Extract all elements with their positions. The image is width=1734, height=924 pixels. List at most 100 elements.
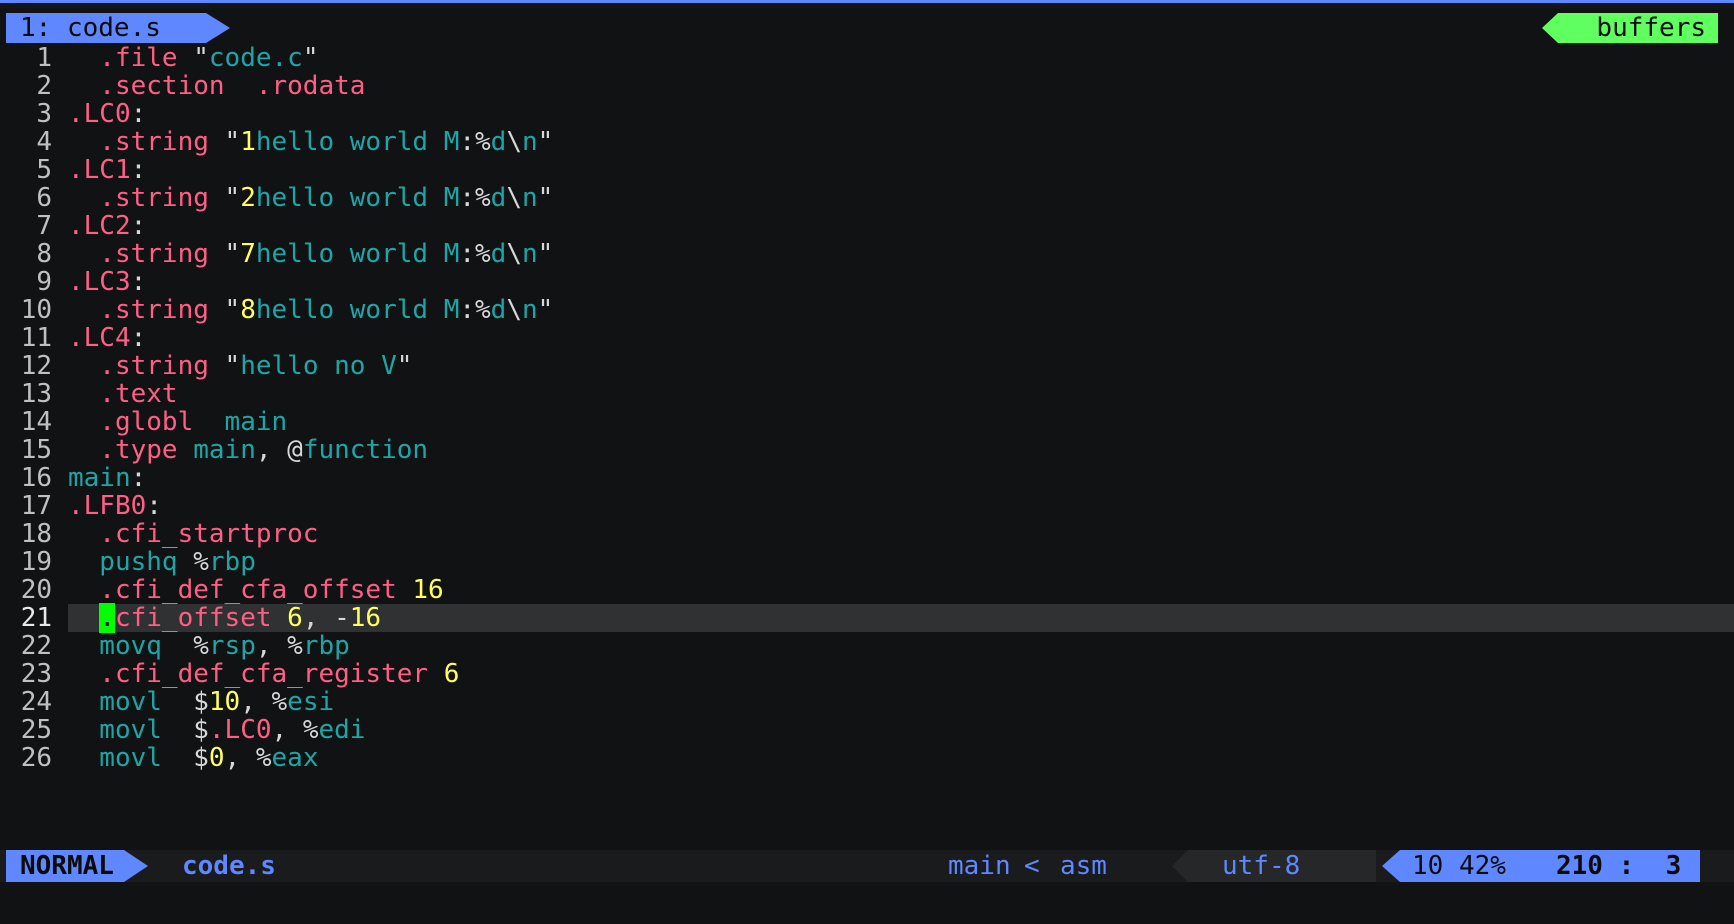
- code-text: .cfi_offset 6, -16: [68, 603, 381, 633]
- code-line[interactable]: 9 .LC3:: [0, 268, 1734, 296]
- code-token: .LC0: [208, 715, 272, 745]
- code-line[interactable]: 26 movl $0, %eax: [0, 744, 1734, 772]
- tab-code-s[interactable]: 1: code.s: [6, 13, 206, 43]
- line-number: 10: [20, 295, 52, 325]
- code-text: movl $0, %eax: [68, 744, 318, 772]
- status-line-column: 210 : 3: [1556, 851, 1682, 881]
- code-token: movl: [68, 743, 194, 773]
- code-token: , -: [302, 603, 350, 633]
- code-token: :: [130, 211, 147, 241]
- code-line[interactable]: 3 .LC0:: [0, 100, 1734, 128]
- encoding-separator-arrow: [1172, 850, 1188, 882]
- line-number: 24: [20, 687, 52, 717]
- code-line[interactable]: 25 movl $.LC0, %edi: [0, 716, 1734, 744]
- code-token: ": [224, 239, 241, 269]
- code-line[interactable]: 7 .LC2:: [0, 212, 1734, 240]
- code-line[interactable]: 23 .cfi_def_cfa_register 6: [0, 660, 1734, 688]
- code-text: .LFB0:: [68, 492, 162, 520]
- code-text: .LC0:: [68, 100, 146, 128]
- code-token: ": [537, 295, 554, 325]
- line-number: 18: [20, 519, 52, 549]
- code-line[interactable]: 4 .string "1hello world M:%d\n": [0, 128, 1734, 156]
- code-token: .string: [68, 239, 225, 269]
- code-token: ": [537, 183, 554, 213]
- code-line[interactable]: 24 movl $10, %esi: [0, 688, 1734, 716]
- line-number: 4: [36, 127, 52, 157]
- status-encoding: utf-8: [1222, 851, 1301, 881]
- code-token: d: [490, 127, 507, 157]
- line-number: 23: [20, 659, 52, 689]
- line-number: 15: [20, 435, 52, 465]
- code-line[interactable]: 19 pushq %rbp: [0, 548, 1734, 576]
- code-token: ": [537, 127, 554, 157]
- command-line[interactable]: [0, 882, 1734, 924]
- line-number: 3: [36, 99, 52, 129]
- code-token: .string: [68, 127, 225, 157]
- code-token: \: [506, 239, 522, 269]
- line-number: 7: [36, 211, 52, 241]
- code-token: :: [130, 323, 147, 353]
- code-line[interactable]: 14 .globl main: [0, 408, 1734, 436]
- code-text: .file "code.c": [68, 44, 318, 72]
- code-token: ": [193, 43, 209, 73]
- code-token: ": [537, 239, 554, 269]
- code-token: .string: [68, 351, 225, 381]
- code-line[interactable]: 11 .LC4:: [0, 324, 1734, 352]
- code-text: pushq %rbp: [68, 548, 256, 576]
- code-token: n: [521, 183, 538, 213]
- code-token: .string: [68, 183, 225, 213]
- code-line[interactable]: 20 .cfi_def_cfa_offset 16: [0, 576, 1734, 604]
- code-text: .string "1hello world M:%d\n": [68, 128, 553, 156]
- mode-separator-arrow: [124, 850, 148, 882]
- code-token: :: [130, 99, 147, 129]
- code-line[interactable]: 6 .string "2hello world M:%d\n": [0, 184, 1734, 212]
- code-text: .cfi_def_cfa_offset 16: [68, 575, 444, 605]
- code-token: rsp: [208, 631, 256, 661]
- code-line[interactable]: 15 .type main, @function: [0, 436, 1734, 464]
- status-chevron-icon: <: [1024, 851, 1040, 881]
- code-token: $: [193, 715, 209, 745]
- code-token: :: [146, 491, 162, 521]
- code-token: .cfi_startproc: [68, 519, 319, 549]
- code-line[interactable]: 18 .cfi_startproc: [0, 520, 1734, 548]
- code-token: .text: [68, 379, 178, 409]
- code-token: esi: [287, 687, 335, 717]
- code-token: ": [224, 351, 241, 381]
- code-token: n: [521, 127, 538, 157]
- code-token: d: [490, 183, 507, 213]
- code-line[interactable]: 10 .string "8hello world M:%d\n": [0, 296, 1734, 324]
- tab-separator-arrow: [206, 13, 230, 43]
- code-line[interactable]: 8 .string "7hello world M:%d\n": [0, 240, 1734, 268]
- code-token: main: [224, 407, 288, 437]
- code-line[interactable]: 2 .section .rodata: [0, 72, 1734, 100]
- code-line[interactable]: 22 movq %rsp, %rbp: [0, 632, 1734, 660]
- code-line[interactable]: 21 .cfi_offset 6, -16: [0, 603, 1734, 633]
- code-line[interactable]: 13 .text: [0, 380, 1734, 408]
- code-token: .string: [68, 295, 225, 325]
- code-text: movl $.LC0, %edi: [68, 716, 365, 744]
- code-token: .LC1: [68, 155, 131, 185]
- code-text: main:: [68, 464, 146, 492]
- code-token: :%: [459, 239, 491, 269]
- code-text: movq %rsp, %rbp: [68, 632, 350, 660]
- editor-pane[interactable]: 1 .file "code.c" 2 .section .rodata 3 .LC0:…: [0, 44, 1734, 848]
- code-token: .LC2: [68, 211, 131, 241]
- code-token: %: [193, 547, 209, 577]
- code-token: 7: [240, 239, 256, 269]
- code-token: 16: [412, 575, 444, 605]
- code-line[interactable]: 12 .string "hello no V": [0, 352, 1734, 380]
- top-border: [0, 0, 1734, 8]
- code-token: 0: [208, 743, 225, 773]
- code-token: $: [193, 743, 209, 773]
- statusline: NORMAL code.s main < asm utf-8 10 42% 21…: [0, 850, 1734, 882]
- line-number: 8: [36, 239, 52, 269]
- code-line[interactable]: 17 .LFB0:: [0, 492, 1734, 520]
- code-line[interactable]: 1 .file "code.c": [0, 44, 1734, 72]
- code-line[interactable]: 5 .LC1:: [0, 156, 1734, 184]
- code-token: .section .rodata: [68, 71, 366, 101]
- buffers-label[interactable]: buffers: [1558, 13, 1718, 43]
- status-filename: code.s: [182, 851, 276, 881]
- code-token: rbp: [302, 631, 350, 661]
- code-line[interactable]: 16 main:: [0, 464, 1734, 492]
